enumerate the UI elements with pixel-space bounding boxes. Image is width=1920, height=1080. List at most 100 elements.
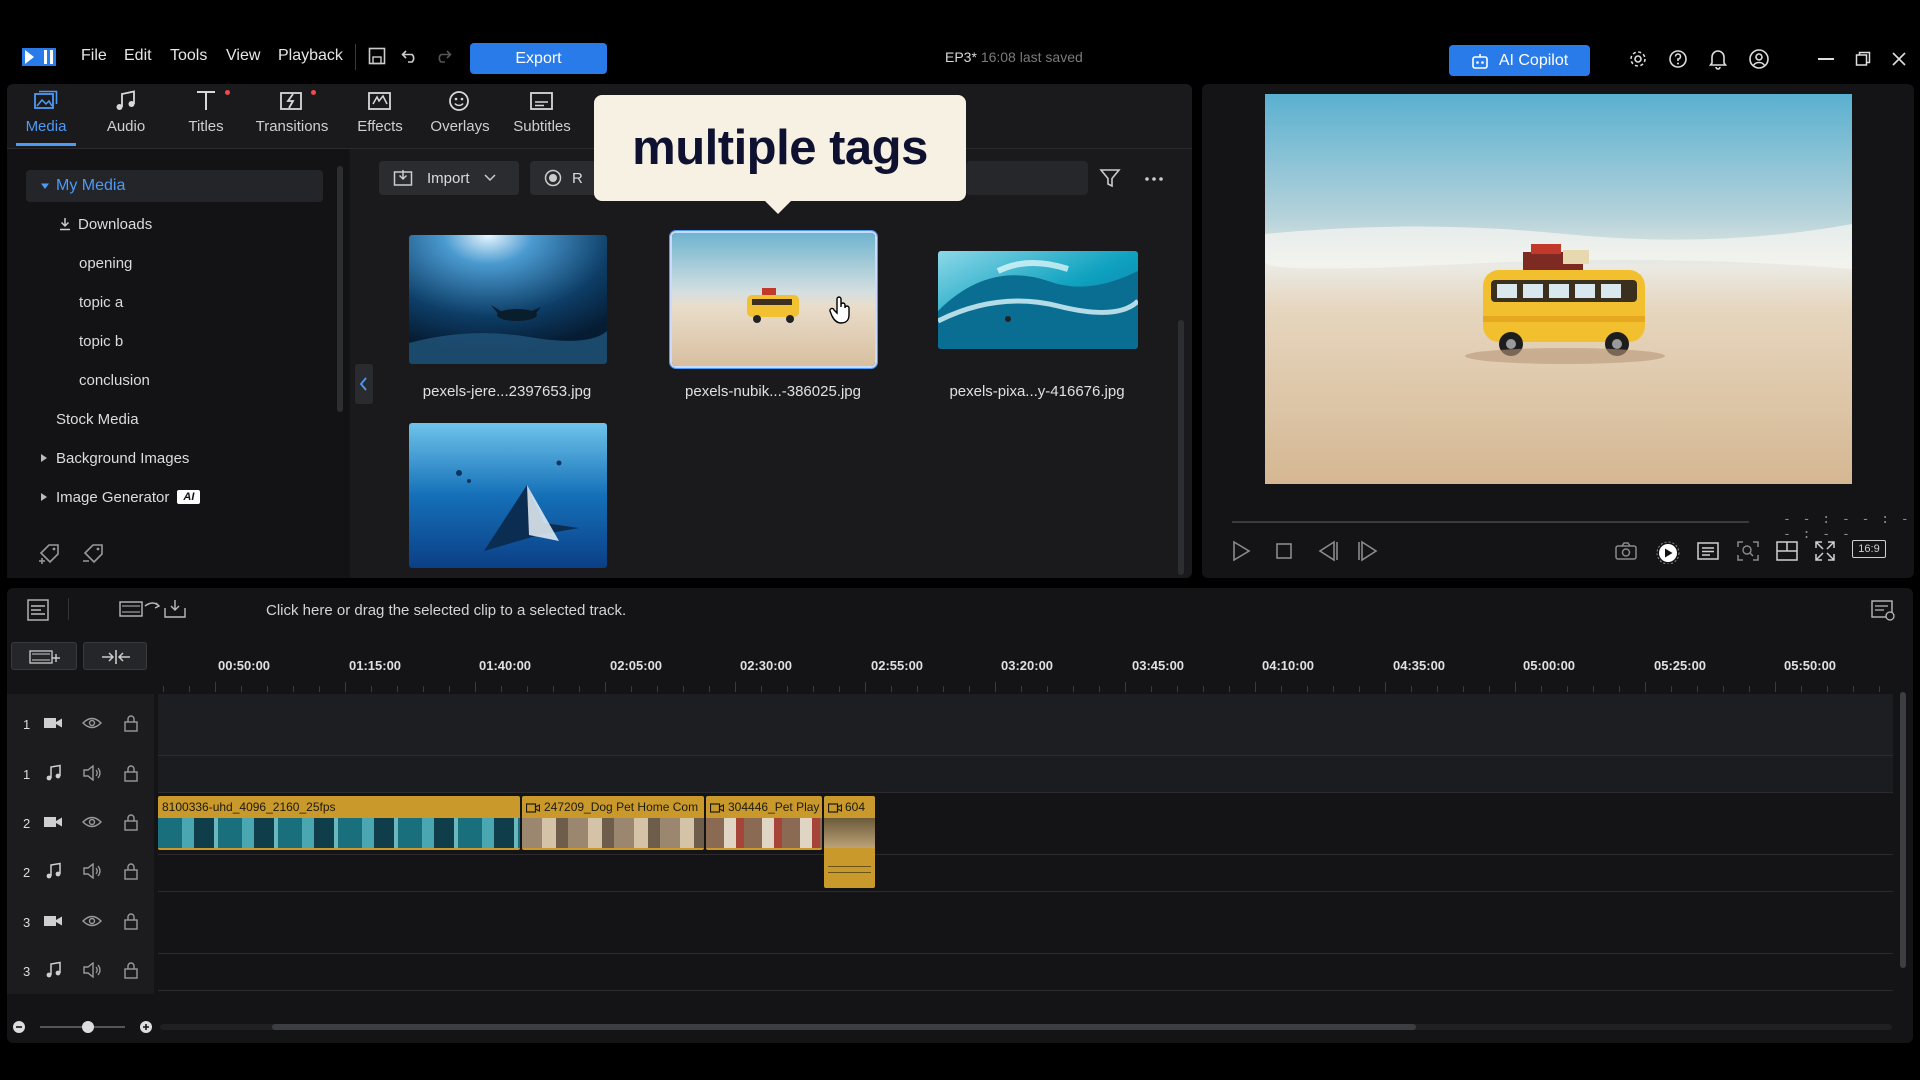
aspect-ratio-button[interactable]: 16:9 [1852,540,1886,558]
save-icon[interactable] [367,46,387,66]
ruler-tick [995,682,996,692]
settings-gear-icon[interactable] [1628,49,1648,69]
lock-icon[interactable] [123,714,139,732]
preview-video-frame [1265,94,1852,484]
ruler-tick [761,686,762,692]
speaker-volume-icon[interactable] [82,765,102,781]
media-scrollbar[interactable] [1178,320,1184,575]
tree-item-conclusion[interactable]: conclusion [79,364,150,396]
track-row-audio-1[interactable] [158,756,1893,793]
menu-tools[interactable]: Tools [170,47,207,65]
play-icon[interactable] [1231,540,1251,562]
next-frame-icon[interactable] [1356,540,1380,562]
tab-transitions[interactable]: Transitions [250,90,334,148]
preview-quality-icon[interactable] [1656,540,1682,564]
eye-visibility-icon[interactable] [82,815,102,829]
zoom-fit-icon[interactable] [1736,540,1760,562]
remove-tag-icon[interactable] [82,541,108,565]
media-thumbnail[interactable] [409,423,607,568]
lock-icon[interactable] [123,912,139,930]
timeline-clip[interactable]: 247209_Dog Pet Home Com [522,796,704,850]
clip-mode-icon[interactable] [119,598,199,620]
tree-item-topic-b[interactable]: topic b [79,325,123,357]
record-button[interactable]: R [530,161,600,195]
ruler-tick-label: 04:35:00 [1393,658,1446,673]
ai-copilot-button[interactable]: AI Copilot [1449,45,1590,76]
ruler-tick [449,686,450,692]
subtitle-list-icon[interactable] [1696,541,1720,561]
track-row-audio-3[interactable] [158,954,1893,991]
filter-icon[interactable] [1099,167,1121,189]
tree-item-topic-a[interactable]: topic a [79,286,123,318]
lock-icon[interactable] [123,961,139,979]
music-note-icon [113,90,139,112]
tree-scrollbar[interactable] [337,166,343,412]
fullscreen-icon[interactable] [1814,540,1836,562]
speaker-volume-icon[interactable] [82,962,102,978]
track-row-video-1[interactable] [158,694,1893,756]
zoom-out-icon[interactable] [12,1020,26,1034]
tree-item-opening[interactable]: opening [79,247,132,279]
restore-icon[interactable] [1855,51,1871,67]
timeline-clip[interactable]: 304446_Pet Play [706,796,822,850]
export-button[interactable]: Export [470,43,607,74]
minimize-icon[interactable] [1818,58,1834,60]
tree-item-my-media[interactable]: My Media [26,170,323,202]
timeline-settings-icon[interactable] [1870,598,1896,622]
ruler-tick [657,686,658,692]
track-manager-icon[interactable] [26,598,50,622]
close-icon[interactable] [1891,51,1907,67]
tab-media[interactable]: Media [4,90,88,148]
menu-file[interactable]: File [81,47,107,65]
layout-grid-icon[interactable] [1775,540,1799,562]
undo-icon[interactable] [400,46,420,66]
ruler-tick [1723,686,1724,692]
account-avatar-icon[interactable] [1748,48,1770,70]
add-tag-icon[interactable] [38,541,64,565]
ruler-tick [1203,686,1204,692]
zoom-in-icon[interactable] [139,1020,153,1034]
tree-item-background-images[interactable]: Background Images [40,442,189,474]
lock-icon[interactable] [123,862,139,880]
track-row-audio-2[interactable] [158,855,1893,892]
collapse-tree-button[interactable] [355,364,373,404]
notification-bell-icon[interactable] [1708,48,1728,70]
lock-icon[interactable] [123,813,139,831]
tab-overlays[interactable]: Overlays [418,90,502,148]
tab-titles[interactable]: Titles [164,90,248,148]
tab-subtitles[interactable]: Subtitles [500,90,584,148]
lock-icon[interactable] [123,764,139,782]
tree-item-stock-media[interactable]: Stock Media [56,403,139,435]
redo-icon[interactable] [433,46,453,66]
ruler-tick-label: 01:15:00 [349,658,402,673]
search-input[interactable] [966,161,1088,195]
track-row-video-3[interactable] [158,892,1893,954]
import-button[interactable]: Import [379,161,519,195]
tree-item-image-generator[interactable]: Image Generator AI [40,481,201,513]
media-thumbnail[interactable] [938,251,1138,349]
zoom-slider-handle[interactable] [82,1021,94,1033]
previous-frame-icon[interactable] [1316,540,1340,562]
eye-visibility-icon[interactable] [82,716,102,730]
menu-edit[interactable]: Edit [124,47,152,65]
timeline-clip[interactable]: 8100336-uhd_4096_2160_25fps [158,796,520,850]
fit-timeline-button[interactable] [83,642,147,670]
timeline-hint[interactable]: Click here or drag the selected clip to … [266,602,626,619]
timeline-horizontal-scroll-thumb[interactable] [272,1024,1416,1030]
menu-playback[interactable]: Playback [278,47,343,65]
speaker-volume-icon[interactable] [82,863,102,879]
tab-effects[interactable]: Effects [338,90,422,148]
tree-item-downloads[interactable]: Downloads [58,208,152,240]
menu-view[interactable]: View [226,47,260,65]
media-thumbnail[interactable] [409,235,607,364]
timeline-clip[interactable]: 604 [824,796,875,888]
stop-icon[interactable] [1275,542,1293,560]
tab-audio[interactable]: Audio [84,90,168,148]
help-icon[interactable] [1668,49,1688,69]
eye-visibility-icon[interactable] [82,914,102,928]
snapshot-camera-icon[interactable] [1614,541,1638,561]
add-track-button[interactable] [11,642,77,670]
timeline-vertical-scrollbar[interactable] [1900,692,1906,968]
more-options-icon[interactable] [1144,176,1164,182]
preview-seek-bar[interactable] [1232,521,1749,523]
